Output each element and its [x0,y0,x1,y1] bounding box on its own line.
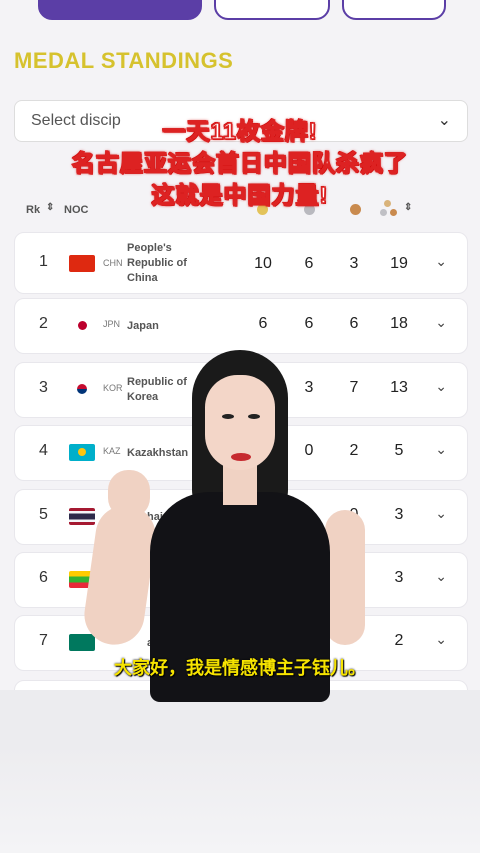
flag-japan-icon [69,317,95,334]
chevron-down-icon[interactable]: ⌄ [435,631,447,648]
silver-count: 6 [304,255,314,272]
headline-line-2: 名古屋亚运会首日中国队杀疯了 [71,149,408,177]
total-count: 19 [390,255,408,272]
table-row[interactable]: 1 CHN People's Republic of China 10 6 3 19… [14,232,468,294]
rank: 1 [39,253,48,270]
presenter-eye [222,414,234,419]
rank: 2 [39,315,48,332]
presenter-neck [223,465,257,505]
tab-active[interactable] [38,0,202,20]
chevron-down-icon[interactable]: ⌄ [435,441,447,458]
total-count: 3 [394,506,404,523]
flag-macao-icon [69,634,95,651]
headline-line-3: 这就是中国力量! [151,181,329,209]
video-subtitle: 大家好，我是情感博主子钰儿。 [114,658,366,678]
flag-korea-icon [69,381,95,398]
country-name: Kazakhstan [127,447,189,459]
chevron-down-icon[interactable]: ⌄ [435,568,447,585]
noc-code: CHN [103,258,123,268]
presenter-lips [231,453,251,461]
presenter-eye [248,414,260,419]
tab[interactable] [342,0,446,20]
country-name: Japan [127,320,159,332]
total-count: 3 [394,569,404,586]
headline-line-1: 一天11枚金牌! [162,117,318,145]
page-title: MEDAL STANDINGS [14,48,234,73]
total-count: 5 [394,442,404,459]
chevron-down-icon[interactable]: ⌄ [435,314,447,331]
silver-count: 0 [304,442,314,459]
rank: 5 [39,506,48,523]
presenter-hand [108,470,150,518]
total-count: 13 [390,379,408,396]
chevron-down-icon[interactable]: ⌄ [435,378,447,395]
table-row[interactable]: 2 JPN Japan 6 6 6 18 ⌄ [14,298,468,354]
silver-count: 6 [304,315,314,332]
total-count: 18 [390,315,408,332]
silver-count: 3 [304,379,314,396]
chevron-down-icon[interactable]: ⌄ [435,253,447,270]
bronze-count: 6 [349,315,359,332]
bronze-count: 7 [349,379,359,396]
chevron-down-icon[interactable]: ⌄ [435,505,447,522]
flag-thailand-icon [69,508,95,525]
top-tabs [0,0,480,22]
rank: 4 [39,442,48,459]
gold-count: 6 [258,315,268,332]
gold-count: 10 [254,255,272,272]
country-name: People's Republic of China [127,242,187,284]
rank: 7 [39,632,48,649]
tab[interactable] [214,0,330,20]
noc-code: KOR [103,383,123,393]
total-medals-icon-part [390,209,397,216]
flag-kazakhstan-icon [69,444,95,461]
total-medals-icon-part [380,209,387,216]
noc-code: KAZ [103,446,121,456]
presenter-arm-right [325,510,365,645]
rank: 6 [39,569,48,586]
noc-code: JPN [103,319,121,329]
rank: 3 [39,379,48,396]
flag-china-icon [69,255,95,272]
bronze-count: 3 [349,255,359,272]
country-name: Republic of Korea [127,376,187,403]
bronze-count: 2 [349,442,359,459]
total-count: 2 [394,632,404,649]
